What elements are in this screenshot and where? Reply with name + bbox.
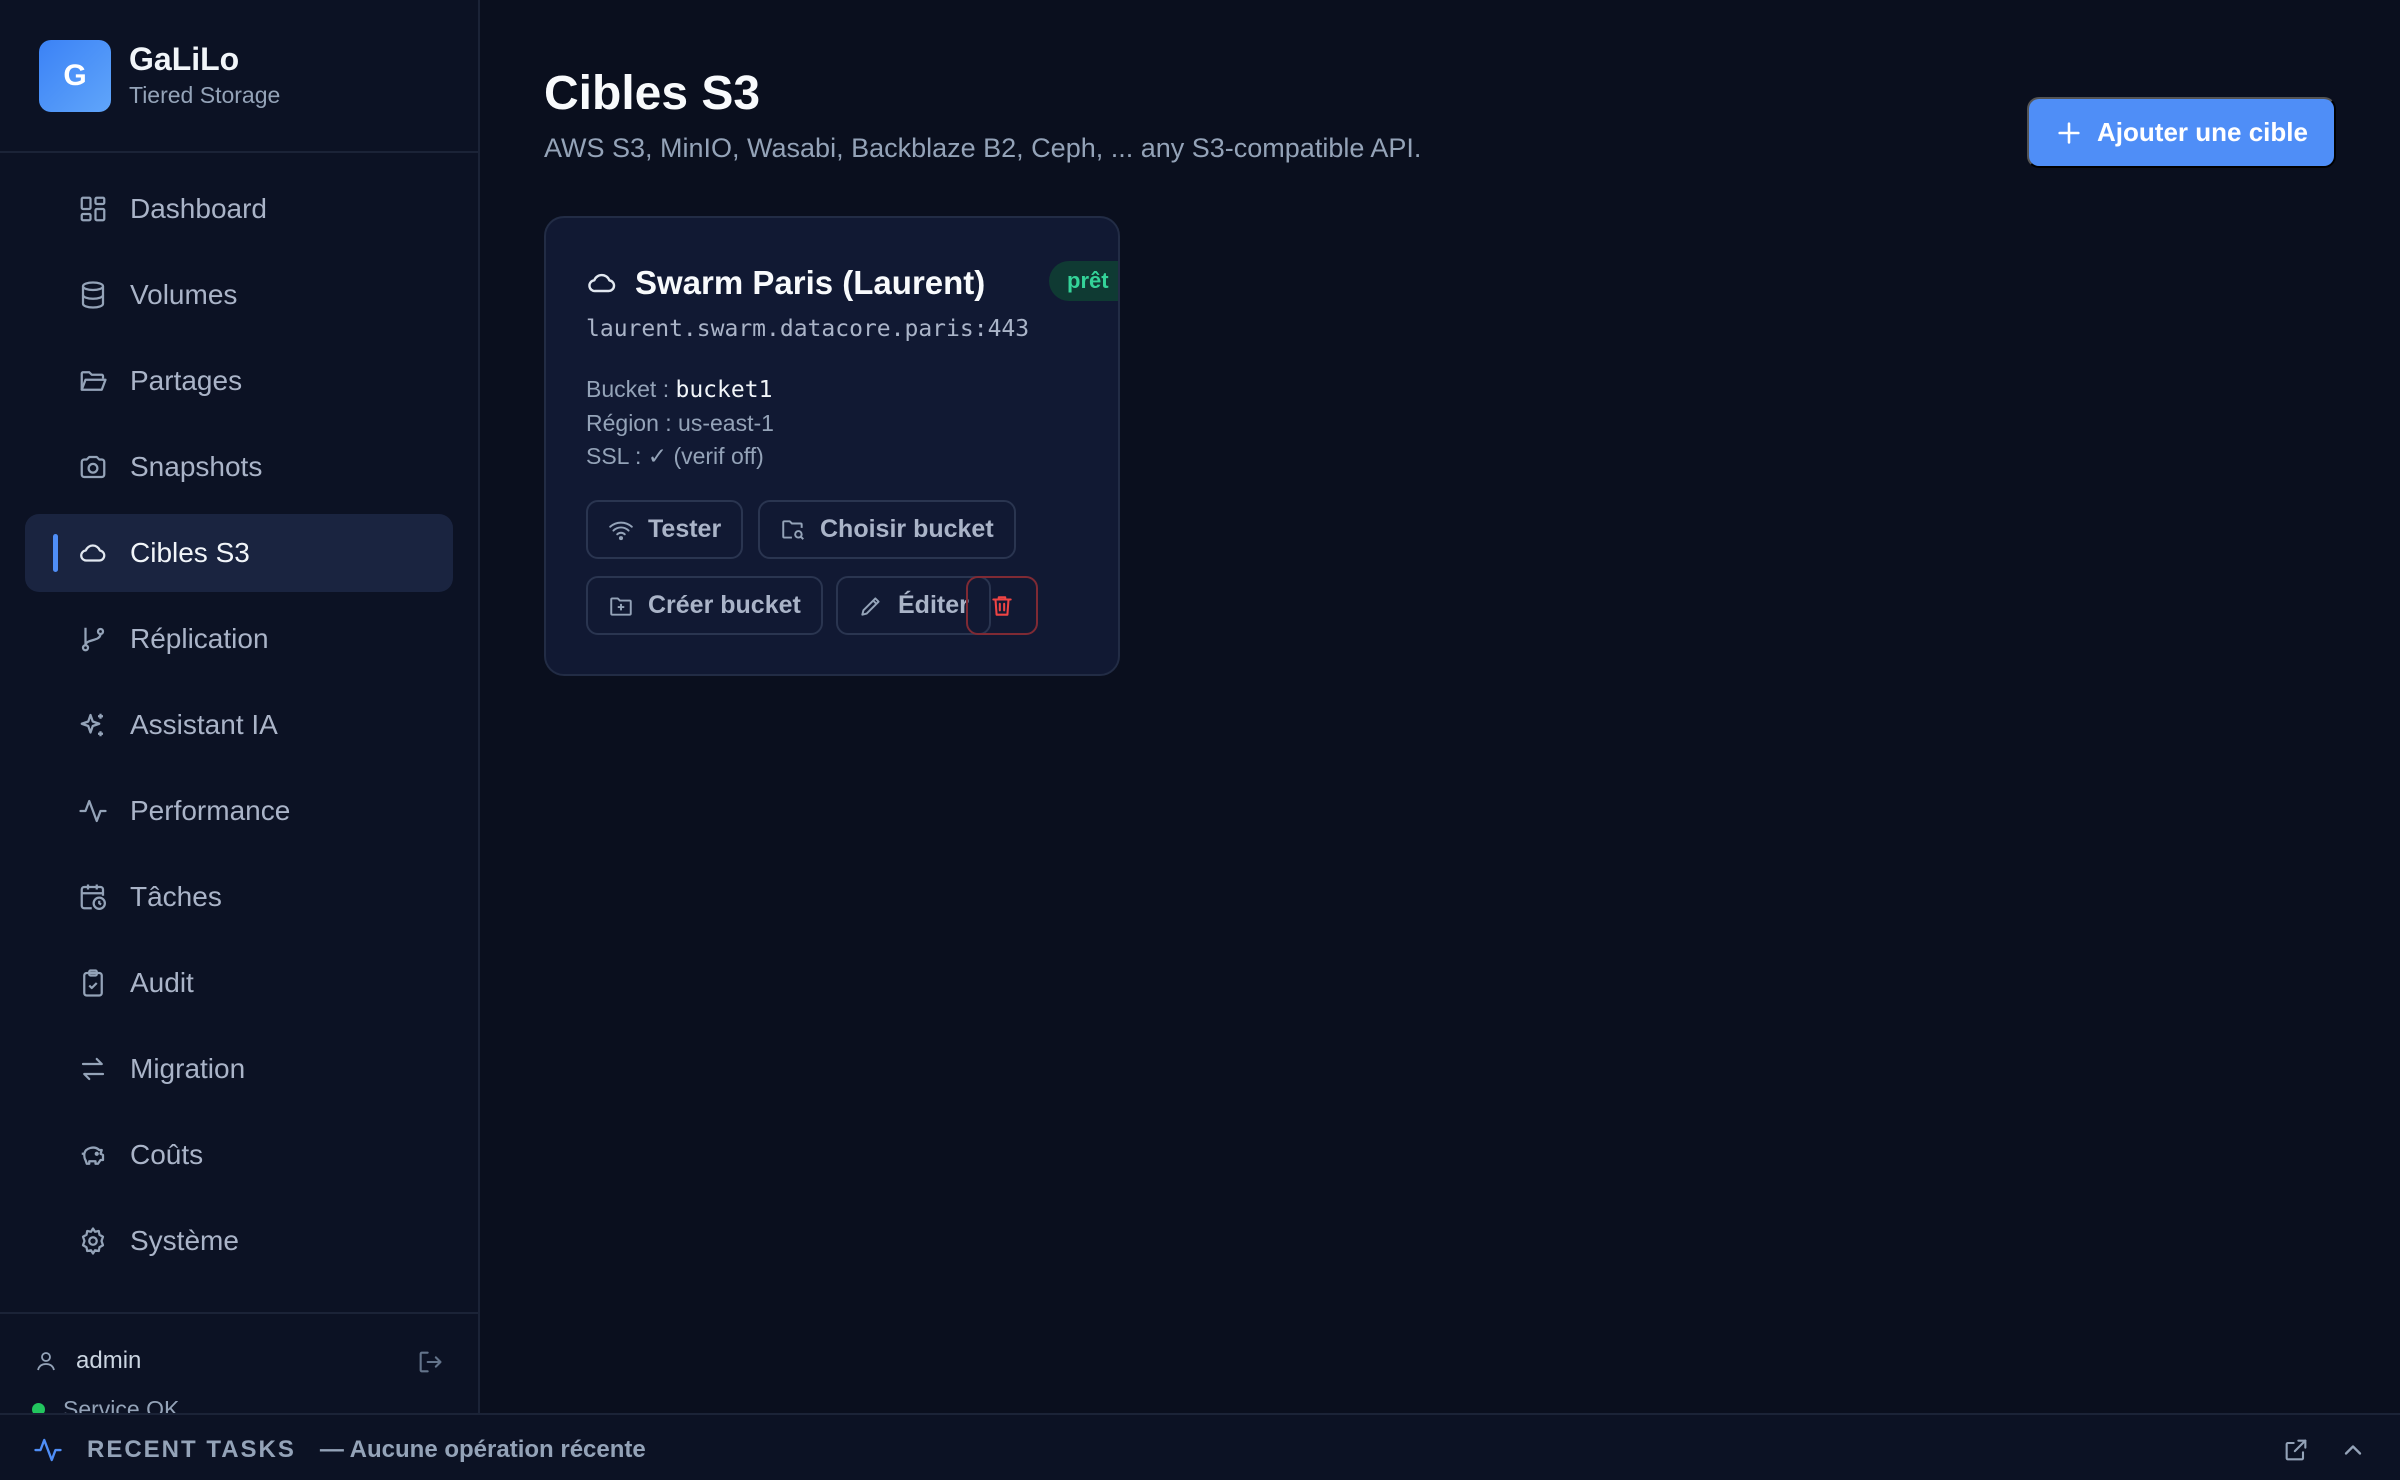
- main-content: Cibles S3 AWS S3, MinIO, Wasabi, Backbla…: [480, 0, 2400, 1413]
- sidebar-item-label: Coûts: [130, 1139, 204, 1170]
- page-title: Cibles S3: [544, 67, 761, 120]
- sidebar-item-label: Volumes: [130, 279, 238, 310]
- plus-icon: [2058, 121, 2080, 144]
- sidebar-item-assistant-ia[interactable]: Assistant IA: [25, 686, 453, 764]
- recent-tasks-status: — Aucune opération récente: [319, 1436, 646, 1463]
- sidebar-item-replication[interactable]: Réplication: [25, 600, 453, 678]
- delete-button[interactable]: [966, 576, 1038, 635]
- database-icon: [78, 280, 108, 310]
- edit-label: Éditer: [898, 591, 969, 619]
- bucket-label: Bucket :: [586, 376, 676, 402]
- target-details: Bucket : bucket1 Région : us-east-1 SSL …: [586, 373, 774, 473]
- trash-icon: [992, 595, 1012, 616]
- sidebar-item-taches[interactable]: Tâches: [25, 858, 453, 936]
- arrows-swap-icon: [78, 1054, 108, 1084]
- ssl-line: SSL : ✓ (verif off): [586, 443, 764, 469]
- folder-open-icon: [78, 366, 108, 396]
- dashboard-icon: [78, 194, 108, 224]
- sidebar-item-label: Dashboard: [130, 193, 267, 224]
- recent-tasks-bar[interactable]: RECENT TASKS — Aucune opération récente: [0, 1413, 2400, 1480]
- create-bucket-button[interactable]: Créer bucket: [586, 576, 823, 635]
- activity-icon: [78, 796, 108, 826]
- piggy-bank-icon: [78, 1140, 108, 1170]
- sidebar: G GaLiLo Tiered Storage Dashboard Volume…: [0, 0, 480, 1422]
- page-subtitle: AWS S3, MinIO, Wasabi, Backblaze B2, Cep…: [544, 133, 1422, 163]
- sidebar-item-label: Assistant IA: [130, 709, 278, 740]
- git-branch-icon: [78, 624, 108, 654]
- sidebar-nav: Dashboard Volumes Partages Snapshots Cib…: [0, 153, 478, 1280]
- brand[interactable]: G GaLiLo Tiered Storage: [0, 0, 478, 153]
- choose-bucket-label: Choisir bucket: [820, 515, 994, 543]
- create-bucket-label: Créer bucket: [648, 591, 801, 619]
- sidebar-item-migration[interactable]: Migration: [25, 1030, 453, 1108]
- sidebar-item-label: Tâches: [130, 881, 222, 912]
- sidebar-footer: admin Service OK: [0, 1312, 478, 1422]
- logout-icon[interactable]: [416, 1348, 444, 1376]
- sidebar-item-label: Réplication: [130, 623, 269, 654]
- sidebar-item-volumes[interactable]: Volumes: [25, 256, 453, 334]
- sidebar-item-label: Performance: [130, 795, 291, 826]
- clipboard-check-icon: [78, 968, 108, 998]
- cloud-icon: [588, 273, 616, 293]
- gear-icon: [78, 1226, 108, 1256]
- sidebar-item-label: Partages: [130, 365, 243, 396]
- brand-name: GaLiLo: [129, 41, 240, 78]
- target-name: Swarm Paris (Laurent): [635, 264, 986, 301]
- pencil-icon: [861, 596, 880, 616]
- recent-tasks-label: RECENT TASKS: [87, 1436, 296, 1463]
- sidebar-item-audit[interactable]: Audit: [25, 944, 453, 1022]
- choose-bucket-button[interactable]: Choisir bucket: [758, 500, 1016, 559]
- user-info: admin: [34, 1347, 141, 1375]
- add-target-button[interactable]: Ajouter une cible: [2027, 97, 2336, 168]
- status-badge: prêt: [1049, 261, 1118, 301]
- sidebar-item-label: Cibles S3: [130, 537, 250, 568]
- sidebar-item-cibles-s3[interactable]: Cibles S3: [25, 514, 453, 592]
- calendar-clock-icon: [78, 882, 108, 912]
- camera-icon: [78, 452, 108, 482]
- test-button[interactable]: Tester: [586, 500, 744, 559]
- add-target-label: Ajouter une cible: [2097, 117, 2308, 147]
- username: admin: [76, 1347, 142, 1374]
- sidebar-item-label: Système: [130, 1225, 239, 1256]
- brand-logo: G: [39, 39, 111, 112]
- region-line: Région : us-east-1: [586, 410, 774, 436]
- test-label: Tester: [648, 515, 722, 543]
- sidebar-item-systeme[interactable]: Système: [25, 1202, 453, 1280]
- user-icon: [37, 1352, 55, 1371]
- sidebar-item-performance[interactable]: Performance: [25, 772, 453, 850]
- brand-subtitle: Tiered Storage: [129, 81, 281, 108]
- external-link-icon[interactable]: [2282, 1436, 2310, 1464]
- bucket-value: bucket1: [675, 377, 773, 403]
- sparkles-icon: [78, 710, 108, 740]
- sidebar-item-partages[interactable]: Partages: [25, 342, 453, 420]
- wifi-icon: [609, 521, 633, 540]
- sidebar-item-label: Audit: [130, 967, 194, 998]
- bucket-line: Bucket : bucket1: [586, 373, 774, 407]
- target-endpoint: laurent.swarm.datacore.paris:443: [586, 316, 1030, 342]
- activity-icon: [34, 1438, 62, 1462]
- folder-search-icon: [782, 519, 804, 540]
- cloud-icon: [78, 538, 108, 568]
- sidebar-item-dashboard[interactable]: Dashboard: [25, 170, 453, 248]
- sidebar-item-label: Snapshots: [130, 451, 263, 482]
- chevron-up-icon[interactable]: [2339, 1436, 2367, 1464]
- sidebar-item-snapshots[interactable]: Snapshots: [25, 428, 453, 506]
- sidebar-item-couts[interactable]: Coûts: [25, 1116, 453, 1194]
- sidebar-item-label: Migration: [130, 1053, 246, 1084]
- s3-target-card: Swarm Paris (Laurent) prêt laurent.swarm…: [544, 216, 1120, 676]
- folder-plus-icon: [610, 596, 632, 616]
